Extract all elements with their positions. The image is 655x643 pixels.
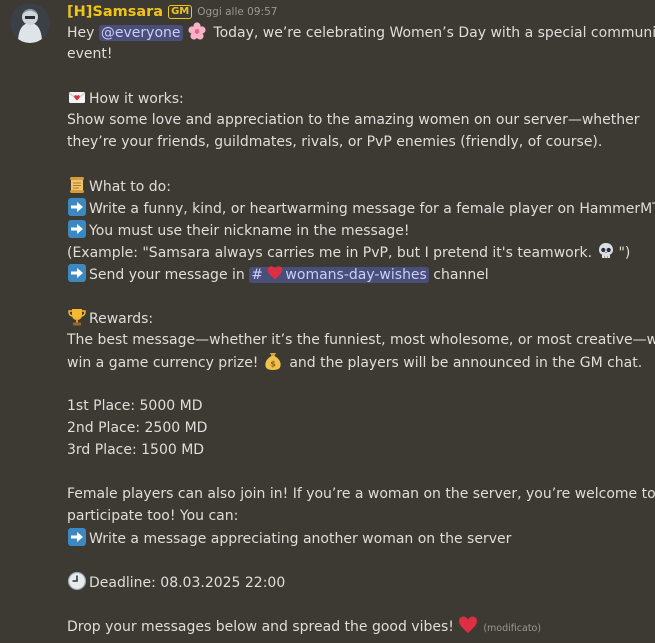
example-line: (Example: "Samsara always carries me in … xyxy=(67,241,652,263)
what-to-do-title: What to do: xyxy=(67,175,652,197)
prize-1st: 1st Place: 5000 MD xyxy=(67,398,203,414)
text-span: How it works: xyxy=(89,91,184,107)
avatar[interactable] xyxy=(10,3,50,43)
arrow-right-icon xyxy=(67,263,87,283)
love-letter-icon xyxy=(67,87,87,107)
intro-line-2: event! xyxy=(67,46,113,62)
closing-line: Drop your messages below and spread the … xyxy=(67,615,652,637)
red-heart-icon xyxy=(458,615,478,635)
channel-link[interactable]: # womans-day-wishes xyxy=(249,265,429,283)
arrow-right-icon xyxy=(67,219,87,239)
text-span: and the players will be announced in the… xyxy=(284,355,643,371)
money-bag-icon: $ xyxy=(263,351,283,371)
what-to-do-item-3: Send your message in # womans-day-wishes… xyxy=(67,263,652,285)
chat-message: [H]Samsara GM Oggi alle 09:57 Hey @every… xyxy=(0,0,655,643)
trophy-icon xyxy=(67,307,87,327)
what-to-do-item-1: Write a funny, kind, or heartwarming mes… xyxy=(67,197,655,219)
rewards-title: Rewards: xyxy=(67,307,652,329)
prize-3rd: 3rd Place: 1500 MD xyxy=(67,442,205,458)
arrow-right-icon xyxy=(67,527,87,547)
everyone-mention[interactable]: @everyone xyxy=(98,25,183,41)
text-span: Send your message in xyxy=(89,267,250,283)
how-it-works-line-2: they’re your friends, guildmates, rivals… xyxy=(67,134,603,150)
edited-label: (modificato) xyxy=(483,623,542,634)
text-span: Write a message appreciating another wom… xyxy=(89,531,512,547)
text-span: (Example: "Samsara always carries me in … xyxy=(67,245,597,261)
female-line-1: Female players can also join in! If you’… xyxy=(67,486,655,502)
message-body: Hey @everyone Today, we’re celebrating W… xyxy=(67,21,655,637)
text-span: Write a funny, kind, or heartwarming mes… xyxy=(89,201,655,217)
text-span: You must use their nickname in the messa… xyxy=(89,223,410,239)
skull-icon xyxy=(596,241,616,261)
red-heart-icon xyxy=(267,265,283,281)
how-it-works-title: How it works: xyxy=(67,87,652,109)
cherry-blossom-icon xyxy=(187,21,207,41)
rewards-line-1: The best message—whether it’s the funnie… xyxy=(67,332,655,348)
username[interactable]: [H]Samsara xyxy=(67,4,163,20)
text-span: Today, we’re celebrating Women’s Day wit… xyxy=(208,25,655,41)
gm-badge: GM xyxy=(168,5,193,19)
female-item: Write a message appreciating another wom… xyxy=(67,527,652,549)
text-span: ") xyxy=(618,245,631,261)
rewards-line-2: win a game currency prize! $ and the pla… xyxy=(67,351,652,373)
svg-text:$: $ xyxy=(270,360,276,369)
text-span: Deadline: 08.03.2025 22:00 xyxy=(89,575,286,591)
female-line-2: participate too! You can: xyxy=(67,508,239,524)
scroll-icon xyxy=(67,175,87,195)
hash-icon: # xyxy=(251,267,268,283)
text-span: What to do: xyxy=(89,179,171,195)
text-span: channel xyxy=(428,267,489,283)
message-header: [H]Samsara GM Oggi alle 09:57 xyxy=(67,3,277,21)
text-span: Drop your messages below and spread the … xyxy=(67,619,459,635)
channel-name: womans-day-wishes xyxy=(285,267,427,283)
deadline-line: Deadline: 08.03.2025 22:00 xyxy=(67,571,652,593)
text-span: win a game currency prize! xyxy=(67,355,263,371)
what-to-do-item-2: You must use their nickname in the messa… xyxy=(67,219,652,241)
prize-2nd: 2nd Place: 2500 MD xyxy=(67,420,208,436)
how-it-works-line-1: Show some love and appreciation to the a… xyxy=(67,112,640,128)
clock-icon xyxy=(67,571,87,591)
text-span: Rewards: xyxy=(89,311,154,327)
text-span: Hey xyxy=(67,25,99,41)
timestamp[interactable]: Oggi alle 09:57 xyxy=(197,6,277,18)
arrow-right-icon xyxy=(67,197,87,217)
intro-line: Hey @everyone Today, we’re celebrating W… xyxy=(67,21,655,43)
